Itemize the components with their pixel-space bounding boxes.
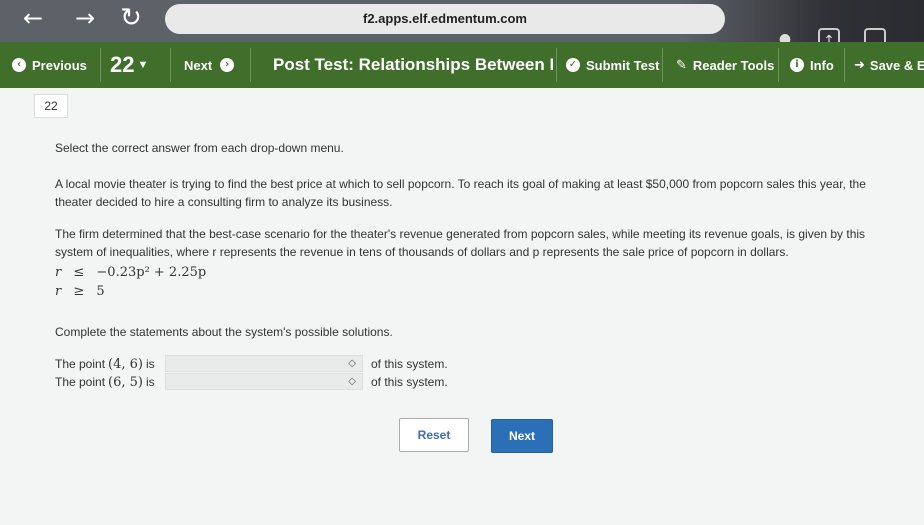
save-exit-button[interactable]: ➜ Save & E bbox=[854, 42, 924, 88]
previous-label: Previous bbox=[32, 57, 87, 73]
paragraph-1-line-1: A local movie theater is trying to find … bbox=[55, 177, 866, 191]
reload-icon[interactable]: ↻ bbox=[116, 5, 146, 31]
statement-1-suffix: of this system. bbox=[371, 357, 448, 371]
divider bbox=[844, 48, 845, 82]
statement-1-dropdown[interactable]: ◇ bbox=[165, 355, 363, 372]
save-icon: ➜ bbox=[854, 57, 865, 73]
statement-2-is: is bbox=[146, 374, 155, 389]
inequality-1: r ≤ −0.23p² + 2.25p bbox=[55, 264, 206, 281]
next-label: Next bbox=[184, 57, 213, 73]
next-button[interactable]: Next bbox=[491, 419, 553, 453]
test-title: Post Test: Relationships Between Func bbox=[273, 42, 553, 88]
complete-statements-text: Complete the statements about the system… bbox=[55, 325, 393, 339]
inequality-2-operator: ≥ bbox=[73, 284, 85, 299]
url-text: f2.apps.elf.edmentum.com bbox=[363, 11, 527, 26]
statement-1-prefix: The point bbox=[55, 356, 106, 371]
divider bbox=[170, 48, 171, 82]
statement-2-point: (6, 5) bbox=[108, 374, 143, 390]
divider bbox=[100, 48, 101, 82]
browser-chrome: ← → ↻ f2.apps.elf.edmentum.com ● ↑ bbox=[0, 0, 924, 50]
info-button[interactable]: i Info bbox=[790, 42, 834, 88]
inequality-1-rhs: −0.23p² + 2.25p bbox=[96, 265, 207, 280]
statement-2-dropdown[interactable]: ◇ bbox=[165, 373, 363, 390]
test-title-text: Post Test: Relationships Between Func bbox=[273, 55, 553, 74]
reset-button[interactable]: Reset bbox=[399, 418, 469, 452]
pencil-icon: ✎ bbox=[676, 57, 687, 73]
divider bbox=[662, 48, 663, 82]
info-icon: i bbox=[790, 58, 804, 72]
statement-2-prefix: The point bbox=[55, 374, 106, 389]
address-bar[interactable]: f2.apps.elf.edmentum.com bbox=[165, 4, 725, 34]
divider bbox=[778, 48, 779, 82]
save-label: Save & E bbox=[869, 57, 924, 73]
inequality-2: r ≥ 5 bbox=[55, 283, 105, 300]
paragraph-1-line-2: theater decided to hire a consulting fir… bbox=[55, 195, 393, 209]
paragraph-2-line-2: system of inequalities, where r represen… bbox=[55, 245, 789, 259]
submit-test-button[interactable]: ✓ Submit Test bbox=[566, 42, 659, 88]
statement-2-suffix: of this system. bbox=[371, 375, 448, 389]
inequality-2-rhs: 5 bbox=[96, 284, 105, 299]
reader-tools-label: Reader Tools bbox=[692, 57, 775, 73]
question-selector[interactable]: 22 ▼ bbox=[110, 42, 148, 88]
divider bbox=[250, 48, 251, 82]
inequality-1-lhs: r bbox=[55, 265, 62, 280]
submit-label: Submit Test bbox=[586, 57, 660, 73]
next-question-button[interactable]: Next › bbox=[184, 42, 240, 88]
dropdown-arrow-icon: ◇ bbox=[348, 376, 356, 387]
statement-2: The point (6, 5) is ◇ of this system. bbox=[55, 373, 455, 391]
statement-1-point: (4, 6) bbox=[108, 356, 143, 372]
chevron-down-icon: ▼ bbox=[137, 59, 149, 71]
info-label: Info bbox=[810, 57, 834, 73]
instruction-text: Select the correct answer from each drop… bbox=[55, 141, 344, 155]
forward-arrow-icon[interactable]: → bbox=[70, 6, 100, 30]
dropdown-arrow-icon: ◇ bbox=[348, 358, 356, 369]
statement-1: The point (4, 6) is ◇ of this system. bbox=[55, 355, 455, 373]
previous-icon: ‹ bbox=[12, 58, 26, 72]
inequality-1-operator: ≤ bbox=[73, 265, 85, 280]
statement-1-is: is bbox=[146, 356, 155, 371]
inequality-2-lhs: r bbox=[55, 284, 62, 299]
question-number: 22 bbox=[110, 52, 135, 77]
previous-button[interactable]: ‹ Previous bbox=[12, 42, 87, 88]
check-icon: ✓ bbox=[566, 58, 580, 72]
reader-tools-button[interactable]: ✎ Reader Tools bbox=[676, 42, 774, 88]
divider bbox=[556, 48, 557, 82]
next-icon: › bbox=[220, 58, 235, 72]
paragraph-2-line-1: The firm determined that the best-case s… bbox=[55, 227, 866, 241]
test-toolbar: ‹ Previous 22 ▼ Next › Post Test: Relati… bbox=[0, 42, 924, 88]
question-number-badge: 22 bbox=[34, 94, 68, 118]
back-arrow-icon[interactable]: ← bbox=[18, 6, 48, 30]
